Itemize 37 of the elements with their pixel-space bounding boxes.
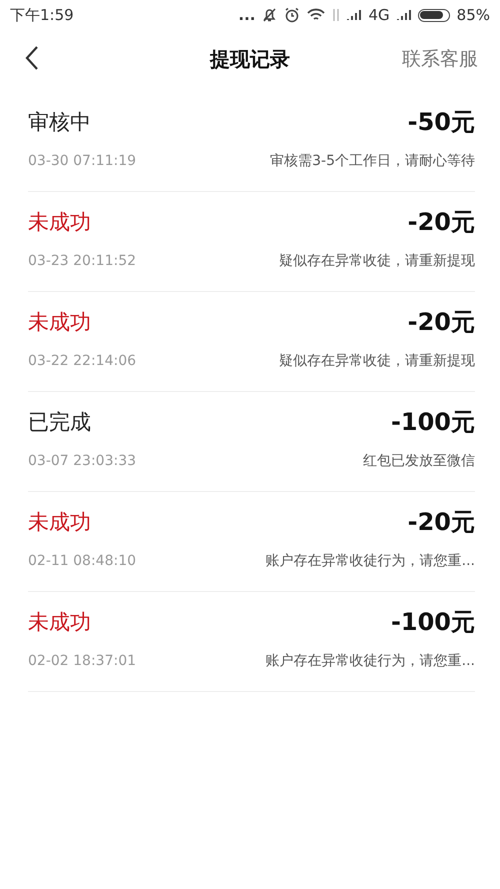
- record-amount: -50元: [408, 107, 475, 138]
- record-time: 02-02 18:37:01: [28, 653, 136, 669]
- signal-icon: [396, 9, 411, 21]
- record-status: 审核中: [28, 109, 91, 136]
- signal-icon: [347, 9, 362, 21]
- record-amount: -20元: [408, 307, 475, 338]
- back-icon: [24, 44, 40, 70]
- record-status: 未成功: [28, 509, 91, 536]
- battery-icon: [418, 8, 450, 22]
- record-note: 疑似存在异常收徒，请重新提现: [279, 352, 475, 370]
- record-time: 03-23 20:11:52: [28, 253, 136, 269]
- record-time: 02-11 08:48:10: [28, 553, 136, 569]
- record-status: 未成功: [28, 309, 91, 336]
- record-status: 未成功: [28, 609, 91, 636]
- network-type: 4G: [368, 6, 390, 24]
- record-time: 03-22 22:14:06: [28, 353, 136, 369]
- record-amount: -20元: [408, 207, 475, 238]
- record-amount: -20元: [408, 507, 475, 538]
- record-note: 账户存在异常收徒行为，请您重...: [266, 652, 475, 670]
- muted-bell-icon: [262, 7, 278, 23]
- battery-percent: 85%: [456, 6, 490, 24]
- wifi-icon: [307, 8, 326, 22]
- record-time: 03-30 07:11:19: [28, 153, 136, 169]
- record-time: 03-07 23:03:33: [28, 453, 136, 469]
- record-amount: -100元: [390, 407, 475, 438]
- record-note: 审核需3-5个工作日，请耐心等待: [270, 152, 475, 170]
- record-note: 红包已发放至微信: [363, 452, 475, 470]
- alarm-icon: [284, 7, 300, 23]
- record-note: 账户存在异常收徒行为，请您重...: [266, 552, 475, 570]
- contact-service-link[interactable]: 联系客服: [402, 46, 478, 72]
- record-note: 疑似存在异常收徒，请重新提现: [279, 252, 475, 270]
- record-status: 已完成: [28, 409, 91, 436]
- record-status: 未成功: [28, 209, 91, 236]
- page-title: 提现记录: [210, 46, 290, 70]
- clock-time: 下午1:59: [10, 6, 74, 24]
- more-notifications: ...: [238, 6, 256, 24]
- record-amount: -100元: [390, 607, 475, 638]
